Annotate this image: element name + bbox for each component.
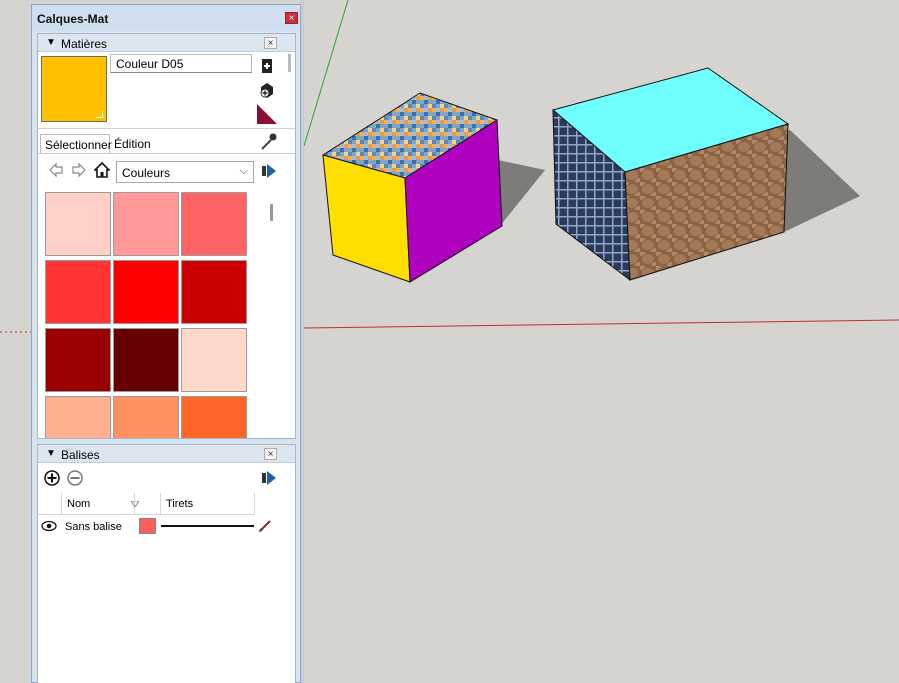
tags-panel: ▼ Balises × Nom Tirets Sans balise [37,444,296,683]
cube-mosaic[interactable] [321,92,503,283]
current-material-swatch[interactable] [41,56,107,122]
back-icon[interactable] [48,162,64,178]
tags-header[interactable]: ▼ Balises × [38,445,295,463]
tray-title-bar[interactable]: Calques-Mat × [32,5,300,31]
material-swatch[interactable] [181,396,247,438]
tab-select[interactable]: Sélectionner [40,134,112,153]
red-axis [303,319,899,329]
name-scrollbar[interactable] [288,54,291,72]
chevron-down-icon: ⌵ [239,165,248,177]
paint-bucket-icon[interactable] [257,56,277,76]
material-swatch[interactable] [181,260,247,324]
details-arrow-icon[interactable] [260,469,278,487]
material-swatch[interactable] [45,396,111,438]
materials-close-button[interactable]: × [264,37,277,49]
material-swatch[interactable] [45,328,111,392]
materials-panel: ▼ Matières × Couleur D05 Sélectionner Éd… [37,33,296,439]
tray-resize-edge[interactable] [301,0,304,683]
library-select[interactable]: Couleurs ⌵ [116,161,254,183]
material-swatch[interactable] [45,260,111,324]
tags-title: Balises [61,448,100,462]
tag-dash-pattern[interactable] [161,525,254,527]
details-arrow-icon[interactable] [260,162,278,180]
tags-close-button[interactable]: × [264,448,277,460]
materials-header[interactable]: ▼ Matières × [38,34,295,52]
material-swatch[interactable] [113,396,179,438]
forward-icon[interactable] [71,162,87,178]
material-swatch-grid [40,189,255,438]
material-swatch[interactable] [113,260,179,324]
add-icon[interactable] [44,470,60,486]
create-material-icon[interactable] [257,80,277,100]
remove-icon[interactable] [67,470,83,486]
grid-scrollbar[interactable] [270,204,273,221]
default-material-icon[interactable] [257,104,277,124]
material-swatch[interactable] [113,328,179,392]
green-axis [303,0,349,147]
cube-textured[interactable] [551,67,790,282]
material-swatch[interactable] [181,328,247,392]
pencil-icon[interactable] [258,519,272,533]
tray-title: Calques-Mat [37,12,109,26]
column-header-dashes[interactable]: Tirets [161,493,255,515]
home-icon[interactable] [94,162,110,178]
material-name-field[interactable]: Couleur D05 [110,54,252,73]
eye-icon[interactable] [41,520,57,532]
tag-color-swatch[interactable] [139,518,156,534]
collapse-icon[interactable]: ▼ [46,448,56,459]
tab-edit[interactable]: Édition [114,137,151,151]
tag-name[interactable]: Sans balise [65,521,122,533]
collapse-icon[interactable]: ▼ [46,37,56,48]
material-swatch[interactable] [113,192,179,256]
tray-panel: Calques-Mat × ▼ Matières × Couleur D05 S… [31,4,301,683]
eyedropper-icon[interactable] [258,132,278,152]
material-swatch[interactable] [45,192,111,256]
material-swatch[interactable] [181,192,247,256]
materials-title: Matières [61,37,108,51]
library-select-value: Couleurs [122,166,171,180]
tray-close-button[interactable]: × [285,12,298,24]
column-header-name[interactable]: Nom [62,493,139,515]
